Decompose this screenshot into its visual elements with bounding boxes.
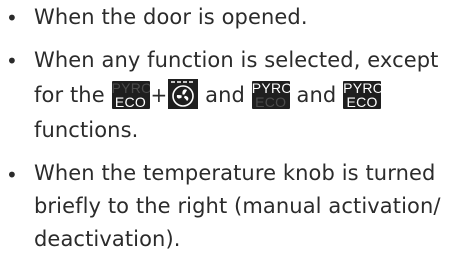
- badge-eco-label: ECO: [255, 94, 287, 109]
- bullet: •: [6, 163, 18, 187]
- text-fragment: for the: [34, 83, 105, 107]
- bullet: •: [6, 6, 18, 30]
- pyro-eco-badge-eco-active: PYRO ECO: [111, 81, 150, 109]
- list-item-text-line: for the PYRO ECO + and PYRO ECO and PYRO…: [34, 78, 439, 113]
- fan-with-heating-element-icon: [168, 79, 199, 109]
- list-item-text-line: functions.: [34, 118, 139, 142]
- badge-pyro-label: PYRO: [111, 81, 150, 96]
- plus-sign: +: [150, 83, 168, 107]
- pyro-eco-badge-both-active: PYRO ECO: [343, 81, 382, 109]
- bullet: •: [6, 49, 18, 73]
- list-item-text-line: deactivation).: [34, 227, 181, 251]
- text-fragment: and: [205, 83, 245, 107]
- pyro-badge-pyro-active: PYRO ECO: [251, 81, 290, 109]
- list-item-text: When the door is opened.: [34, 5, 308, 29]
- list-item-text-line: When any function is selected, except: [34, 48, 439, 72]
- list-item-text-line: briefly to the right (manual activation/: [34, 194, 441, 218]
- text-fragment: and: [296, 83, 337, 107]
- badge-pyro-label: PYRO: [343, 81, 382, 96]
- badge-eco-label: ECO: [346, 94, 378, 109]
- badge-pyro-label: PYRO: [251, 81, 290, 96]
- badge-eco-label: ECO: [114, 94, 147, 109]
- list-item-text-line: When the temperature knob is turned: [34, 161, 436, 185]
